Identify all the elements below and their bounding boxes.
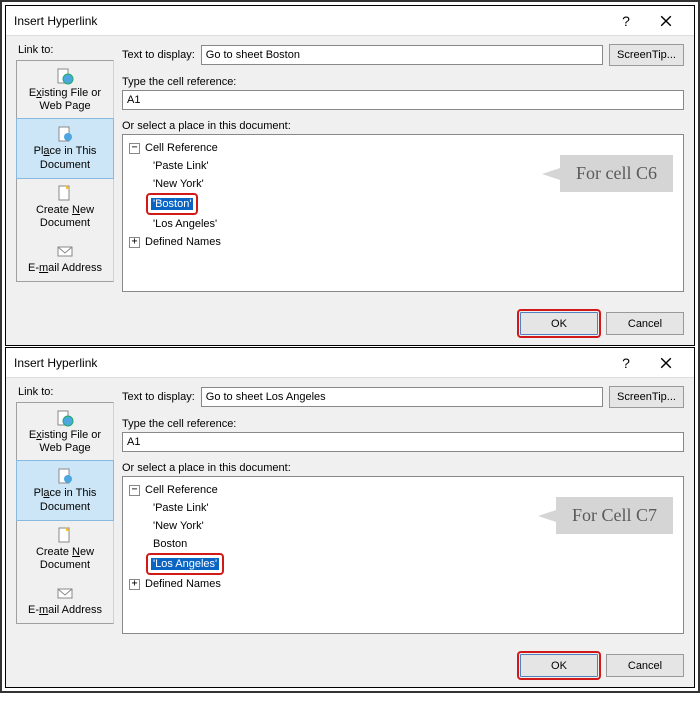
sidebar-label: Place in ThisDocument xyxy=(34,145,97,170)
text-to-display-label: Text to display: xyxy=(122,391,195,403)
tree-node-sheet[interactable]: 'Los Angeles' xyxy=(129,553,677,575)
cell-reference-input[interactable] xyxy=(122,90,684,110)
sidebar-label: Existing File orWeb Page xyxy=(29,87,101,112)
sidebar-label: Create NewDocument xyxy=(36,546,94,571)
ok-button[interactable]: OK xyxy=(520,654,598,677)
close-button[interactable] xyxy=(646,7,686,35)
help-button[interactable]: ? xyxy=(606,7,646,35)
place-label: Or select a place in this document: xyxy=(122,120,684,132)
collapse-icon[interactable]: − xyxy=(129,485,140,496)
sidebar-create-new[interactable]: Create NewDocument xyxy=(17,178,113,236)
email-icon xyxy=(56,584,74,602)
file-web-icon xyxy=(56,409,74,427)
text-to-display-label: Text to display: xyxy=(122,49,195,61)
highlight-box: 'Los Angeles' xyxy=(146,553,224,575)
cell-reference-input[interactable] xyxy=(122,432,684,452)
cancel-button[interactable]: Cancel xyxy=(606,654,684,677)
tree-node-defined-names[interactable]: + Defined Names xyxy=(129,575,677,593)
sidebar-place-in-document[interactable]: Place in ThisDocument xyxy=(16,460,114,520)
new-doc-icon xyxy=(56,184,74,202)
expand-icon[interactable]: + xyxy=(129,579,140,590)
text-to-display-input[interactable] xyxy=(201,387,603,407)
titlebar: Insert Hyperlink ? xyxy=(6,6,694,36)
sidebar-place-in-document[interactable]: Place in ThisDocument xyxy=(16,118,114,178)
sidebar-existing-file[interactable]: Existing File orWeb Page xyxy=(17,403,113,461)
link-to-label: Link to: xyxy=(16,44,114,56)
expand-icon[interactable]: + xyxy=(129,237,140,248)
cell-reference-label: Type the cell reference: xyxy=(122,418,684,430)
tree-node-sheet[interactable]: Boston xyxy=(129,535,677,553)
close-button[interactable] xyxy=(646,349,686,377)
cell-reference-label: Type the cell reference: xyxy=(122,76,684,88)
document-place-icon xyxy=(56,125,74,143)
dialog-title: Insert Hyperlink xyxy=(14,356,606,370)
annotation-callout: For Cell C7 xyxy=(538,497,673,534)
close-icon xyxy=(660,357,672,369)
tree-node-sheet[interactable]: 'Boston' xyxy=(129,193,677,215)
annotation-text: For Cell C7 xyxy=(556,497,673,534)
insert-hyperlink-dialog: Insert Hyperlink ? Link to: Existing Fil… xyxy=(5,5,695,346)
dialog-footer: OK Cancel xyxy=(6,644,694,687)
new-doc-icon xyxy=(56,526,74,544)
highlight-box: 'Boston' xyxy=(146,193,198,215)
tree-node-sheet[interactable]: 'Los Angeles' xyxy=(129,215,677,233)
screentip-button[interactable]: ScreenTip... xyxy=(609,44,684,66)
sidebar-create-new[interactable]: Create NewDocument xyxy=(17,520,113,578)
ok-button[interactable]: OK xyxy=(520,312,598,335)
document-place-tree[interactable]: − Cell Reference 'Paste Link' 'New York'… xyxy=(122,134,684,292)
collapse-icon[interactable]: − xyxy=(129,143,140,154)
file-web-icon xyxy=(56,67,74,85)
cancel-button[interactable]: Cancel xyxy=(606,312,684,335)
sidebar-label: E-mail Address xyxy=(28,604,102,616)
sidebar-label: E-mail Address xyxy=(28,262,102,274)
annotation-text: For cell C6 xyxy=(560,155,673,192)
titlebar: Insert Hyperlink ? xyxy=(6,348,694,378)
sidebar-existing-file[interactable]: Existing File orWeb Page xyxy=(17,61,113,119)
email-icon xyxy=(56,242,74,260)
sidebar-label: Existing File orWeb Page xyxy=(29,429,101,454)
text-to-display-input[interactable] xyxy=(201,45,603,65)
screentip-button[interactable]: ScreenTip... xyxy=(609,386,684,408)
sidebar-label: Create NewDocument xyxy=(36,204,94,229)
link-to-sidebar: Existing File orWeb Page Place in ThisDo… xyxy=(16,402,114,624)
document-place-tree[interactable]: − Cell Reference 'Paste Link' 'New York'… xyxy=(122,476,684,634)
place-label: Or select a place in this document: xyxy=(122,462,684,474)
document-place-icon xyxy=(56,467,74,485)
sidebar-label: Place in ThisDocument xyxy=(34,487,97,512)
tree-node-defined-names[interactable]: + Defined Names xyxy=(129,233,677,251)
dialog-title: Insert Hyperlink xyxy=(14,14,606,28)
close-icon xyxy=(660,15,672,27)
sidebar-email[interactable]: E-mail Address xyxy=(17,578,113,623)
annotation-callout: For cell C6 xyxy=(542,155,673,192)
link-to-sidebar: Existing File orWeb Page Place in ThisDo… xyxy=(16,60,114,282)
link-to-label: Link to: xyxy=(16,386,114,398)
insert-hyperlink-dialog: Insert Hyperlink ? Link to: Existing Fil… xyxy=(5,347,695,688)
sidebar-email[interactable]: E-mail Address xyxy=(17,236,113,281)
help-button[interactable]: ? xyxy=(606,349,646,377)
dialog-footer: OK Cancel xyxy=(6,302,694,345)
